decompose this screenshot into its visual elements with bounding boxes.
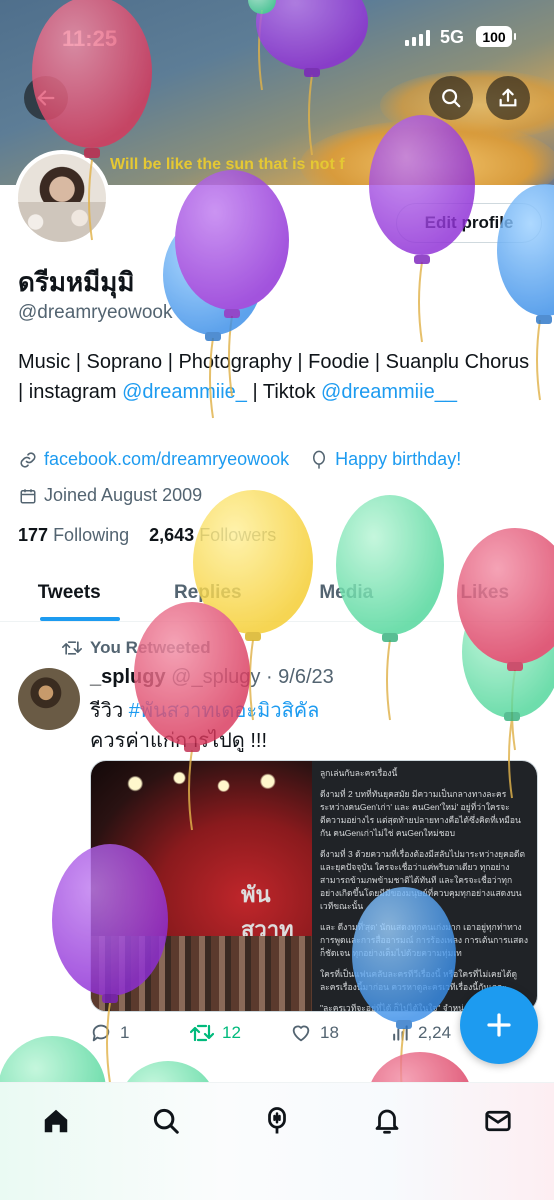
- following-label: Following: [53, 525, 130, 545]
- edit-profile-button[interactable]: Edit profile: [396, 203, 542, 243]
- tweet-author-handle[interactable]: @_splugy: [171, 666, 260, 688]
- profile-meta-row: facebook.com/dreamryeowook Happy birthda…: [18, 449, 461, 470]
- reply-button[interactable]: 1: [90, 1022, 190, 1044]
- share-icon: [499, 88, 517, 107]
- tweet-media[interactable]: พันสวาท ลูกเล่นกับละครเรื่องนี้ ดีงามที่…: [90, 760, 538, 1012]
- tab-replies[interactable]: Replies: [139, 564, 278, 621]
- views-count: 2,24: [418, 1023, 452, 1042]
- search-icon: [442, 89, 461, 108]
- media-paragraph: ดีงามที่ 2 บทที่ทันยุคสมัย มีความเป็นกลา…: [319, 789, 521, 838]
- reply-count: 1: [120, 1023, 130, 1042]
- status-bar: 11:25 5G 100: [0, 0, 554, 70]
- following-link[interactable]: 177 Following: [18, 525, 129, 545]
- battery-icon: 100: [476, 26, 516, 47]
- nav-home[interactable]: [38, 1103, 74, 1139]
- nav-spaces[interactable]: [259, 1103, 295, 1139]
- back-button[interactable]: [24, 76, 68, 120]
- retweet-icon: [190, 1024, 214, 1042]
- nav-explore[interactable]: [148, 1103, 184, 1139]
- search-button[interactable]: [429, 76, 473, 120]
- tweet-author-avatar[interactable]: [18, 668, 80, 730]
- tweet-author-name[interactable]: _splugy: [90, 666, 166, 688]
- home-icon: [44, 1109, 68, 1133]
- search-icon: [153, 1108, 179, 1134]
- tweet-line: ควรค่าแก่การไปดู !!!: [90, 730, 268, 752]
- microphone-icon: [268, 1107, 286, 1134]
- bio-instagram-link[interactable]: @dreammiie_: [122, 381, 247, 403]
- views-icon: [393, 1025, 408, 1041]
- website-link[interactable]: facebook.com/dreamryeowook: [44, 449, 289, 470]
- retweet-count: 12: [222, 1023, 241, 1042]
- profile-bio: Music | Soprano | Photography | Foodie |…: [18, 347, 538, 407]
- tweet-text: รีวิว #พันสวาทเดอะมิวสิคัล ควรค่าแก่การไ…: [90, 696, 319, 756]
- like-count: 18: [320, 1023, 339, 1042]
- bio-tiktok-link[interactable]: @dreammiie__: [321, 381, 457, 403]
- reply-icon: [92, 1024, 110, 1042]
- tab-tweets[interactable]: Tweets: [0, 564, 139, 621]
- media-paragraph: ลูกเล่นกับละครเรื่องนี้: [319, 768, 398, 778]
- retweet-icon: [62, 641, 82, 655]
- compose-tweet-button[interactable]: [460, 986, 538, 1064]
- bottom-navigation: [0, 1082, 554, 1200]
- following-count: 177: [18, 525, 49, 545]
- media-paragraph: และ ดีงามที่'สุด' นักแสดงทุกคนเก่งมาก เอ…: [319, 922, 528, 958]
- retweet-context: You Retweeted: [62, 638, 211, 658]
- banner-quote: Will be like the sun that is not f: [110, 156, 345, 173]
- like-button[interactable]: 18: [290, 1022, 390, 1044]
- joined-date: Joined August 2009: [44, 485, 203, 505]
- bell-icon: [375, 1109, 399, 1134]
- nav-notifications[interactable]: [369, 1103, 405, 1139]
- calendar-icon: [18, 486, 38, 506]
- tweet-header: _splugy @_splugy · 9/6/23: [90, 666, 334, 689]
- tab-media[interactable]: Media: [277, 564, 416, 621]
- tweet-actions: 1 12 18 2,24: [90, 1022, 490, 1044]
- battery-level: 100: [482, 28, 506, 45]
- share-button[interactable]: [486, 76, 530, 120]
- profile-name: ดรีมหมีมุมิ: [18, 267, 135, 297]
- plus-icon: [487, 1013, 511, 1037]
- media-paragraph: ดีงามที่ 3 ด้วยความที่เรื่องต้องมีสลับไป…: [319, 849, 525, 911]
- retweet-label: You Retweeted: [90, 638, 211, 657]
- status-time: 11:25: [62, 26, 118, 51]
- profile-avatar[interactable]: [14, 150, 110, 246]
- joined-row: Joined August 2009: [18, 485, 202, 506]
- nav-messages[interactable]: [480, 1103, 516, 1139]
- profile-tabs: Tweets Replies Media Likes: [0, 564, 554, 622]
- tweet-line: รีวิว #พันสวาทเดอะมิวสิคัล: [90, 696, 319, 726]
- tweet-text-prefix: รีวิว: [90, 700, 129, 722]
- followers-link[interactable]: 2,643 Followers: [149, 525, 276, 545]
- envelope-icon: [485, 1110, 511, 1132]
- tweet-date: · 9/6/23: [265, 666, 334, 688]
- birthday-text[interactable]: Happy birthday!: [335, 449, 461, 470]
- followers-label: Followers: [199, 525, 277, 545]
- retweet-button[interactable]: 12: [190, 1022, 290, 1044]
- tweet-hashtag[interactable]: #พันสวาทเดอะมิวสิคัล: [129, 700, 320, 722]
- network-label: 5G: [440, 27, 465, 47]
- followers-count: 2,643: [149, 525, 195, 545]
- signal-icon: [405, 30, 430, 46]
- heart-icon: [292, 1025, 310, 1042]
- tab-likes[interactable]: Likes: [416, 564, 554, 621]
- link-icon: [18, 450, 38, 470]
- media-photo-text[interactable]: ลูกเล่นกับละครเรื่องนี้ ดีงามที่ 2 บทที่…: [311, 761, 537, 1011]
- balloon-icon: [309, 450, 329, 470]
- media-photo-stage[interactable]: พันสวาท: [91, 761, 312, 1011]
- bio-text: | Tiktok: [246, 381, 322, 403]
- follow-counts: 177 Following 2,643 Followers: [18, 525, 276, 546]
- profile-handle: @dreamryeowook: [18, 302, 173, 323]
- back-arrow-icon: [37, 90, 55, 106]
